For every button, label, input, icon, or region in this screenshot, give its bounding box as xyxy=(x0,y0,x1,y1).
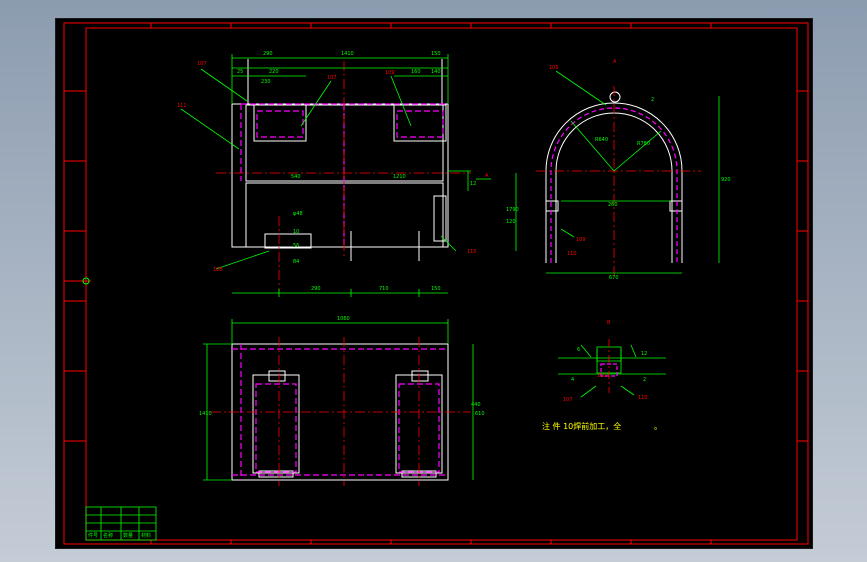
balloon: 108 xyxy=(213,267,223,273)
balloon: 107 xyxy=(563,397,573,403)
balloon: 110 xyxy=(597,373,607,379)
frame-ticks xyxy=(64,23,808,544)
drawing-canvas[interactable]: 290 1410 150 25 220 160 140 230 540 1210… xyxy=(55,18,813,549)
dim-text: 540 xyxy=(291,174,301,180)
dim-text: 260 xyxy=(608,202,618,208)
note-text: 注 件 10焊前加工，全 xyxy=(542,421,621,431)
front-view-texts: 290 1410 150 25 220 160 140 230 540 1210… xyxy=(237,51,476,292)
dim-text: 1410 xyxy=(341,51,354,57)
title-cell: 件号 xyxy=(88,532,98,539)
front-view-leaders xyxy=(180,68,491,270)
dim-text: 610 xyxy=(475,411,485,417)
drawing-note: 注 件 10焊前加工，全 。 xyxy=(542,421,662,431)
dim-text: 25 xyxy=(237,69,243,75)
dim-text: 230 xyxy=(261,79,271,85)
top-view-dimensions xyxy=(203,319,474,481)
note-dot: 。 xyxy=(654,422,662,431)
title-cell: 名称 xyxy=(103,532,113,539)
dim-text: 710 xyxy=(379,286,389,292)
drawing-frame xyxy=(63,22,809,545)
dim-text: φ48 xyxy=(293,211,303,217)
side-view-texts: R780 R640 260 920 670 1790 120 2 xyxy=(506,97,731,281)
balloon: 110 xyxy=(638,395,648,401)
balloon: 105 xyxy=(549,65,559,71)
balloon: 107 xyxy=(327,75,337,81)
dim-text: 140 xyxy=(431,69,441,75)
side-view-centerlines xyxy=(536,86,701,276)
dim-text: 10 xyxy=(293,229,299,235)
dim-text: 1410 xyxy=(199,411,212,417)
side-view-balloons: 105 109 110 A xyxy=(549,59,617,257)
dim-text: 4 xyxy=(571,377,574,383)
dim-text: 12 xyxy=(470,181,476,187)
balloon: 107 xyxy=(197,61,207,67)
view-marker-a: A xyxy=(485,173,489,179)
top-view: 1060 1410 610 440 xyxy=(199,316,485,486)
view-label-b: B xyxy=(607,320,611,326)
dim-text: 6 xyxy=(577,347,580,353)
detail-b-outline xyxy=(558,344,666,398)
dim-text: 150 xyxy=(431,286,441,292)
side-view: R780 R640 260 920 670 1790 120 2 105 109… xyxy=(506,59,731,281)
balloon: 111 xyxy=(177,103,187,109)
cad-drawing: 290 1410 150 25 220 160 140 230 540 1210… xyxy=(63,22,809,545)
dim-text: 56 xyxy=(293,243,299,249)
dim-text: 1060 xyxy=(337,316,350,322)
dim-text: R780 xyxy=(637,141,650,147)
dim-text: 12 xyxy=(641,351,647,357)
dim-text: 1210 xyxy=(393,174,406,180)
balloon: 110 xyxy=(467,249,477,255)
dim-text: 440 xyxy=(471,402,481,408)
dim-text: 2 xyxy=(643,377,646,383)
balloon: 110 xyxy=(567,251,577,257)
front-view-outline xyxy=(231,59,449,261)
dim-text: 150 xyxy=(431,51,441,57)
dim-text: 290 xyxy=(263,51,273,57)
dim-text: 220 xyxy=(269,69,279,75)
front-view-hidden xyxy=(240,103,448,247)
dim-text: R640 xyxy=(595,137,608,143)
title-block: 件号 名称 数量 材料 xyxy=(85,506,157,541)
detail-b: 6 12 4 2 107 110 110 B xyxy=(558,320,666,403)
dim-text: 2 xyxy=(651,97,654,103)
dim-text: 290 xyxy=(311,286,321,292)
front-view: 290 1410 150 25 220 160 140 230 540 1210… xyxy=(177,51,491,297)
title-cell: 数量 xyxy=(123,532,133,539)
balloon: 109 xyxy=(576,237,586,243)
dim-text: 920 xyxy=(721,177,731,183)
dim-text: 1790 xyxy=(506,207,519,213)
dim-text: 84 xyxy=(293,259,299,265)
dim-text: 120 xyxy=(506,219,516,225)
top-view-centerlines xyxy=(211,337,471,486)
title-cell: 材料 xyxy=(141,532,151,539)
balloon: 109 xyxy=(385,70,395,76)
view-label-a: A xyxy=(613,59,617,65)
dim-text: 670 xyxy=(609,275,619,281)
dim-text: 160 xyxy=(411,69,421,75)
